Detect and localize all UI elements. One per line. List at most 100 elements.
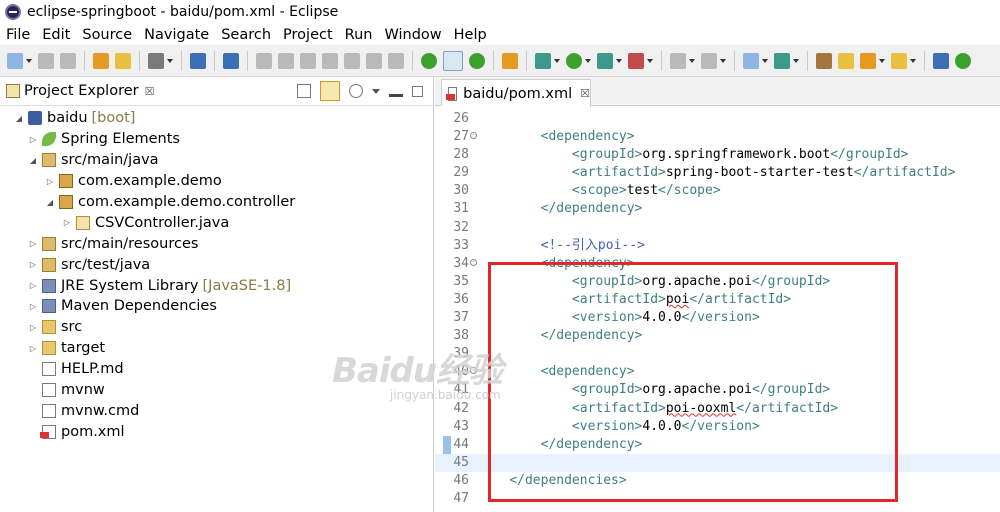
twisty-open-icon[interactable]: ◢ <box>28 156 38 165</box>
build-icon[interactable] <box>701 52 717 69</box>
code-line[interactable]: 38 </dependency> <box>435 327 1000 345</box>
menu-source[interactable]: Source <box>76 27 138 43</box>
tree-item-src-main-java[interactable]: ◢ src/main/java <box>0 150 433 171</box>
tree-item-jre-library[interactable]: ▷ JRE System Library [JavaSE-1.8] <box>0 275 433 296</box>
coverage-icon[interactable] <box>597 52 613 69</box>
twisty-closed-icon[interactable]: ▷ <box>28 323 38 332</box>
twisty-closed-icon[interactable]: ▷ <box>45 177 55 186</box>
tree-item-src[interactable]: ▷ src <box>0 317 433 338</box>
fold-toggle-icon[interactable]: - <box>470 258 477 266</box>
menu-search[interactable]: Search <box>215 27 277 43</box>
external-tools-icon[interactable] <box>628 52 644 69</box>
close-tab-icon[interactable]: ☒ <box>580 87 590 100</box>
code-line[interactable]: 28 <groupId>org.springframework.boot</gr… <box>435 146 1000 164</box>
user-dropdown-icon[interactable] <box>167 58 173 63</box>
stop-icon[interactable] <box>670 52 686 69</box>
code-line[interactable]: 33 <!--引入poi--> <box>435 237 1000 255</box>
code-line[interactable]: 29 <artifactId>spring-boot-starter-test<… <box>435 164 1000 182</box>
maximize-icon[interactable] <box>412 85 423 97</box>
step-return-icon[interactable] <box>388 52 404 69</box>
run-dropdown-icon[interactable] <box>585 58 591 63</box>
code-line[interactable]: 46 </dependencies> <box>435 472 1000 490</box>
fold-toggle-icon[interactable]: - <box>470 132 477 140</box>
collapse-all-icon[interactable] <box>297 84 311 98</box>
link-with-editor-icon[interactable] <box>320 81 340 101</box>
code-line[interactable]: 36 <artifactId>poi</artifactId> <box>435 291 1000 309</box>
code-line[interactable]: 41 <groupId>org.apache.poi</groupId> <box>435 381 1000 399</box>
code-line[interactable]: 44 </dependency> <box>435 436 1000 454</box>
code-editor[interactable]: 26 27- <dependency> 28 <groupId>org.spring… <box>435 106 1000 512</box>
search-dropdown-icon[interactable] <box>879 58 885 63</box>
perspective-dropdown-icon[interactable] <box>910 58 916 63</box>
user-icon[interactable] <box>148 52 164 69</box>
tree-item-maven-dependencies[interactable]: ▷ Maven Dependencies <box>0 296 433 317</box>
code-line[interactable]: 26 <box>435 110 1000 128</box>
open-perspective-icon[interactable] <box>891 52 907 69</box>
tree-item-mvnw[interactable]: mvnw <box>0 380 433 401</box>
tree-item-target[interactable]: ▷ target <box>0 338 433 359</box>
terminate-icon[interactable] <box>300 52 316 69</box>
twisty-closed-icon[interactable]: ▷ <box>28 344 38 353</box>
filter-icon[interactable] <box>349 84 363 98</box>
twisty-closed-icon[interactable]: ▷ <box>62 218 72 227</box>
save-icon[interactable] <box>38 52 54 69</box>
debug-icon[interactable] <box>535 52 551 69</box>
code-line[interactable]: 30 <scope>test</scope> <box>435 182 1000 200</box>
tree-item-src-main-resources[interactable]: ▷ src/main/resources <box>0 233 433 254</box>
menu-edit[interactable]: Edit <box>36 27 76 43</box>
menu-help[interactable]: Help <box>448 27 493 43</box>
stop-dropdown-icon[interactable] <box>689 58 695 63</box>
external-tools-dropdown-icon[interactable] <box>647 58 653 63</box>
suspend-icon[interactable] <box>278 52 294 69</box>
code-line[interactable]: 37 <version>4.0.0</version> <box>435 309 1000 327</box>
twisty-open-icon[interactable]: ◢ <box>14 114 24 123</box>
code-line[interactable]: 47 <box>435 490 1000 508</box>
open-folder-icon[interactable] <box>816 52 832 69</box>
code-line[interactable]: 32 <box>435 219 1000 237</box>
project-explorer-title[interactable]: Project Explorer <box>24 83 139 99</box>
open-resource-icon[interactable] <box>115 52 131 69</box>
twisty-open-icon[interactable]: ◢ <box>45 198 55 207</box>
new-dropdown-icon[interactable] <box>26 58 32 63</box>
build-dropdown-icon[interactable] <box>720 58 726 63</box>
code-line[interactable]: 27- <dependency> <box>435 128 1000 146</box>
code-line[interactable]: 34- <dependency> <box>435 255 1000 273</box>
tree-item-project[interactable]: ◢ baidu [boot] <box>0 108 433 129</box>
terminal-icon[interactable] <box>190 52 206 69</box>
run-icon[interactable] <box>566 52 582 69</box>
fold-toggle-icon[interactable]: - <box>470 367 477 375</box>
debug-dropdown-icon[interactable] <box>554 58 560 63</box>
new-class-icon[interactable] <box>774 52 790 69</box>
word-wrap-icon[interactable] <box>502 52 518 69</box>
coverage-dropdown-icon[interactable] <box>616 58 622 63</box>
code-line[interactable]: 43 <version>4.0.0</version> <box>435 418 1000 436</box>
new-java-project-dropdown-icon[interactable] <box>762 58 768 63</box>
skip-breakpoints-icon[interactable] <box>223 52 239 69</box>
save-all-icon[interactable] <box>60 52 76 69</box>
spring-dashboard-icon[interactable] <box>469 52 485 69</box>
code-line[interactable]: 42 <artifactId>poi-ooxml</artifactId> <box>435 400 1000 418</box>
tree-item-help-md[interactable]: HELP.md <box>0 359 433 380</box>
extension-icon[interactable] <box>955 52 971 69</box>
menu-file[interactable]: File <box>0 27 36 43</box>
disconnect-icon[interactable] <box>322 52 338 69</box>
code-line[interactable]: 39 <box>435 345 1000 363</box>
globe-icon[interactable] <box>933 52 949 69</box>
search-icon[interactable] <box>860 52 876 69</box>
tree-item-package-demo[interactable]: ▷ com.example.demo <box>0 171 433 192</box>
new-java-project-icon[interactable] <box>743 52 759 69</box>
tree-item-mvnw-cmd[interactable]: mvnw.cmd <box>0 400 433 421</box>
open-task-icon[interactable] <box>838 52 854 69</box>
tree-item-package-controller[interactable]: ◢ com.example.demo.controller <box>0 192 433 213</box>
tree-item-csvcontroller[interactable]: ▷ CSVController.java <box>0 212 433 233</box>
twisty-closed-icon[interactable]: ▷ <box>28 260 38 269</box>
new-class-dropdown-icon[interactable] <box>793 58 799 63</box>
resume-icon[interactable] <box>256 52 272 69</box>
menu-window[interactable]: Window <box>378 27 447 43</box>
twisty-closed-icon[interactable]: ▷ <box>28 302 38 311</box>
new-icon[interactable] <box>7 52 23 69</box>
code-line[interactable]: 31 </dependency> <box>435 200 1000 218</box>
code-line[interactable]: 35 <groupId>org.apache.poi</groupId> <box>435 273 1000 291</box>
toggle-block-selection-icon[interactable] <box>443 50 463 71</box>
code-lines[interactable]: 26 27- <dependency> 28 <groupId>org.spring… <box>435 110 1000 508</box>
